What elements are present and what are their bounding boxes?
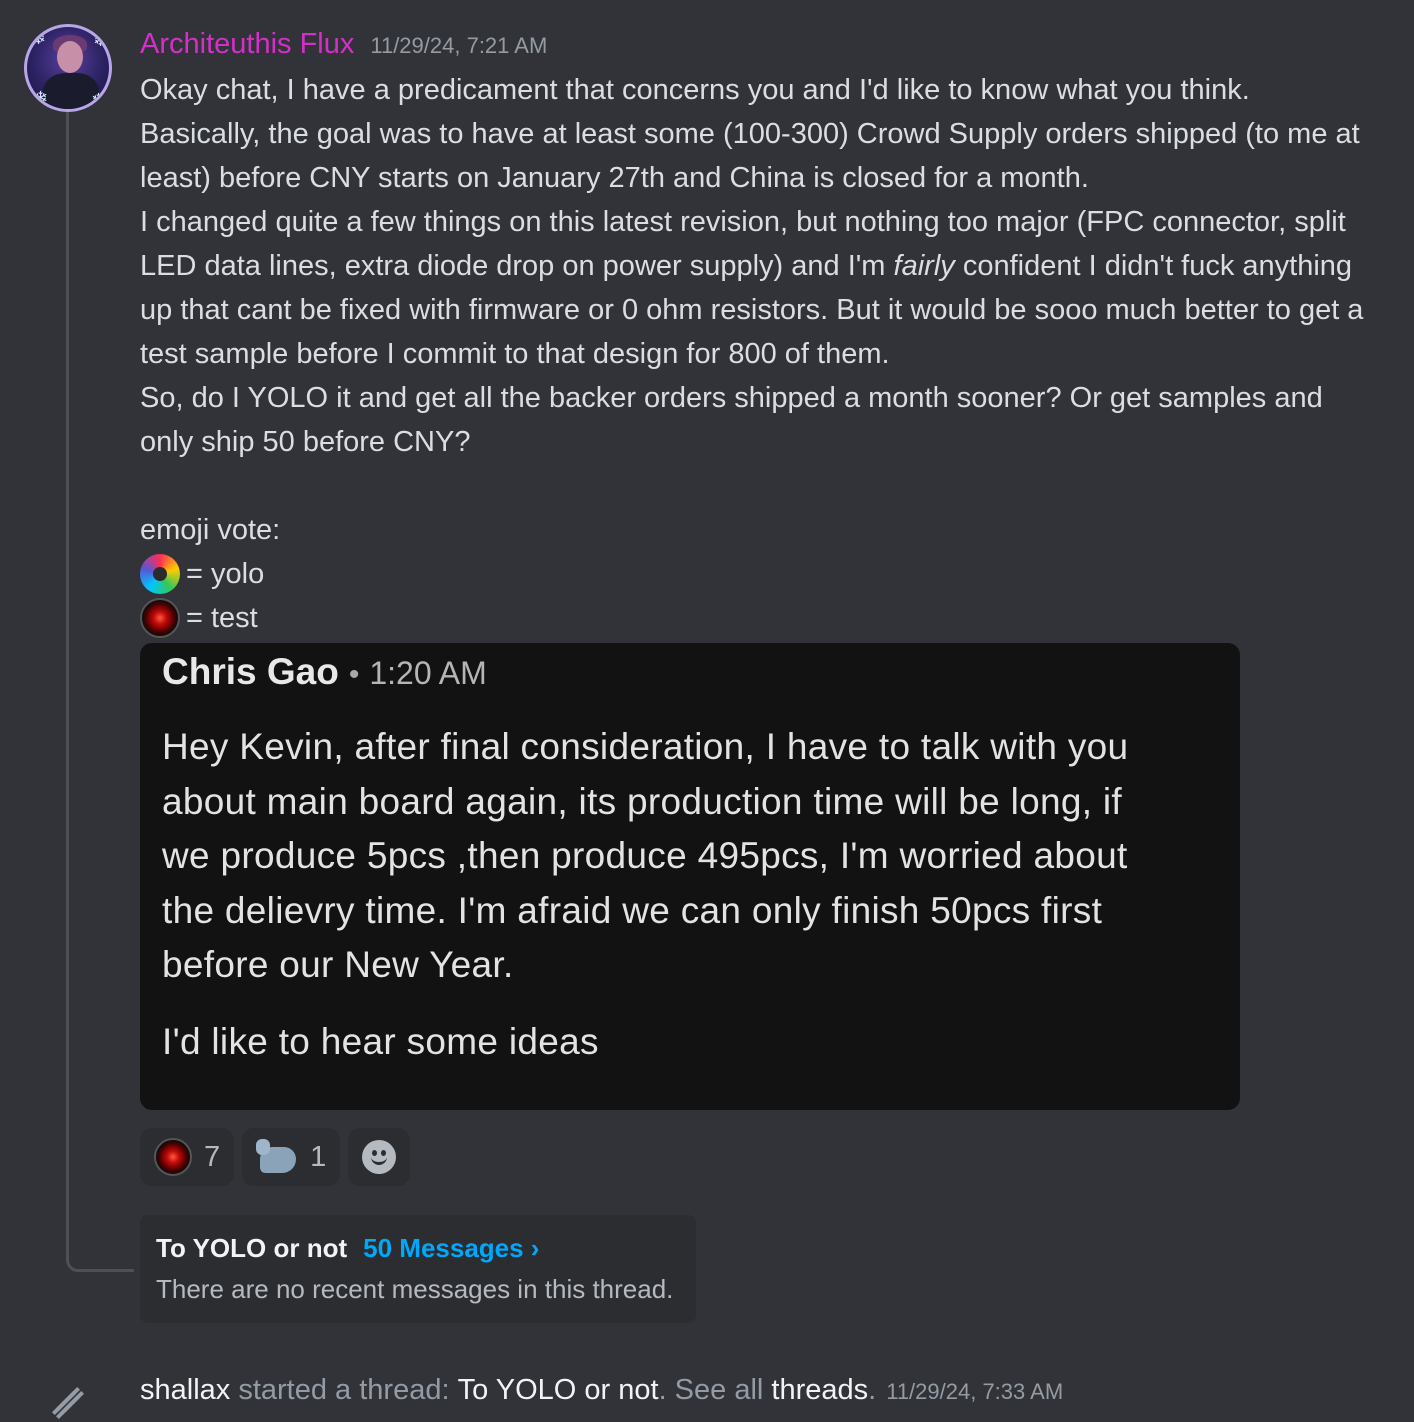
flexed-biceps-icon — [256, 1137, 298, 1177]
vote-option-test: = test — [140, 596, 1380, 640]
reaction-count: 7 — [204, 1140, 221, 1173]
add-reaction-button[interactable] — [348, 1128, 411, 1186]
see-all-threads-link[interactable]: threads — [771, 1374, 868, 1407]
reactions-bar: 7 1 — [140, 1128, 411, 1186]
thread-connector-line — [66, 112, 134, 1272]
snowflake-icon: ❄ — [33, 88, 49, 108]
embed-line: we produce 5pcs ,then produce 495pcs, I'… — [162, 835, 1128, 876]
system-text: . See all — [658, 1374, 764, 1406]
system-text: started a thread: — [238, 1374, 450, 1406]
vote-heading: emoji vote: — [140, 514, 281, 546]
embed-separator: • — [348, 658, 360, 691]
message-content: Okay chat, I have a predicament that con… — [140, 68, 1380, 640]
smiley-icon — [362, 1140, 397, 1174]
embed-header: Chris Gao • 1:20 AM — [162, 651, 487, 693]
embed-line: before our New Year. — [162, 944, 514, 985]
avatar-face — [57, 41, 83, 73]
author-username[interactable]: Architeuthis Flux — [140, 28, 354, 61]
embed-closing-line: I'd like to hear some ideas — [162, 1021, 599, 1062]
message-timestamp[interactable]: 11/29/24, 7:21 AM — [370, 33, 547, 59]
message-paragraph: Basically, the goal was to have at least… — [140, 118, 1360, 194]
vote-option-label: = test — [186, 602, 258, 634]
message-paragraph: I changed quite a few things on this lat… — [140, 200, 1380, 376]
thread-preview-card[interactable]: To YOLO or not 50 Messages › There are n… — [140, 1215, 696, 1323]
embed-line: about main board again, its production t… — [162, 781, 1122, 822]
system-text: . — [868, 1374, 877, 1406]
thread-message-count-link[interactable]: 50 Messages › — [363, 1233, 539, 1264]
thread-created-icon — [48, 1380, 88, 1420]
system-message: shallax started a thread: To YOLO or not… — [140, 1374, 1063, 1407]
rainbow-chaos-emoji-icon — [140, 554, 180, 594]
reaction-flex[interactable]: 1 — [242, 1128, 341, 1186]
hal-9000-emoji-icon — [154, 1138, 192, 1176]
message-header: Architeuthis Flux 11/29/24, 7:21 AM — [140, 28, 547, 61]
vote-option-yolo: = yolo — [140, 552, 1380, 596]
hal-9000-emoji-icon — [140, 598, 180, 638]
thread-empty-text: There are no recent messages in this thr… — [156, 1274, 674, 1304]
snowflake-icon: ❄ — [91, 90, 107, 110]
embed-time: 1:20 AM — [369, 655, 487, 691]
message-paragraph: Okay chat, I have a predicament that con… — [140, 74, 1250, 106]
thread-title-row: To YOLO or not 50 Messages › — [156, 1233, 680, 1264]
thread-name[interactable]: To YOLO or not — [156, 1233, 347, 1264]
embed-line: Hey Kevin, after final consideration, I … — [162, 726, 1129, 767]
embed-line: the delievry time. I'm afraid we can onl… — [162, 890, 1103, 931]
system-thread-link[interactable]: To YOLO or not — [458, 1374, 659, 1407]
snowflake-icon: ❄ — [93, 30, 109, 50]
author-avatar[interactable]: ❄ ❄ ❄ ❄ — [24, 24, 112, 112]
snowflake-icon: ❄ — [31, 28, 47, 48]
vote-option-label: = yolo — [186, 558, 265, 590]
reaction-hal[interactable]: 7 — [140, 1128, 235, 1186]
system-timestamp[interactable]: 11/29/24, 7:33 AM — [886, 1379, 1063, 1405]
message-paragraph: So, do I YOLO it and get all the backer … — [140, 382, 1323, 458]
system-username[interactable]: shallax — [140, 1374, 230, 1407]
embed-sender-name: Chris Gao — [162, 651, 339, 692]
reaction-count: 1 — [310, 1140, 327, 1173]
italic-text: fairly — [893, 250, 955, 282]
image-attachment[interactable]: Chris Gao • 1:20 AM Hey Kevin, after fin… — [140, 643, 1240, 1110]
